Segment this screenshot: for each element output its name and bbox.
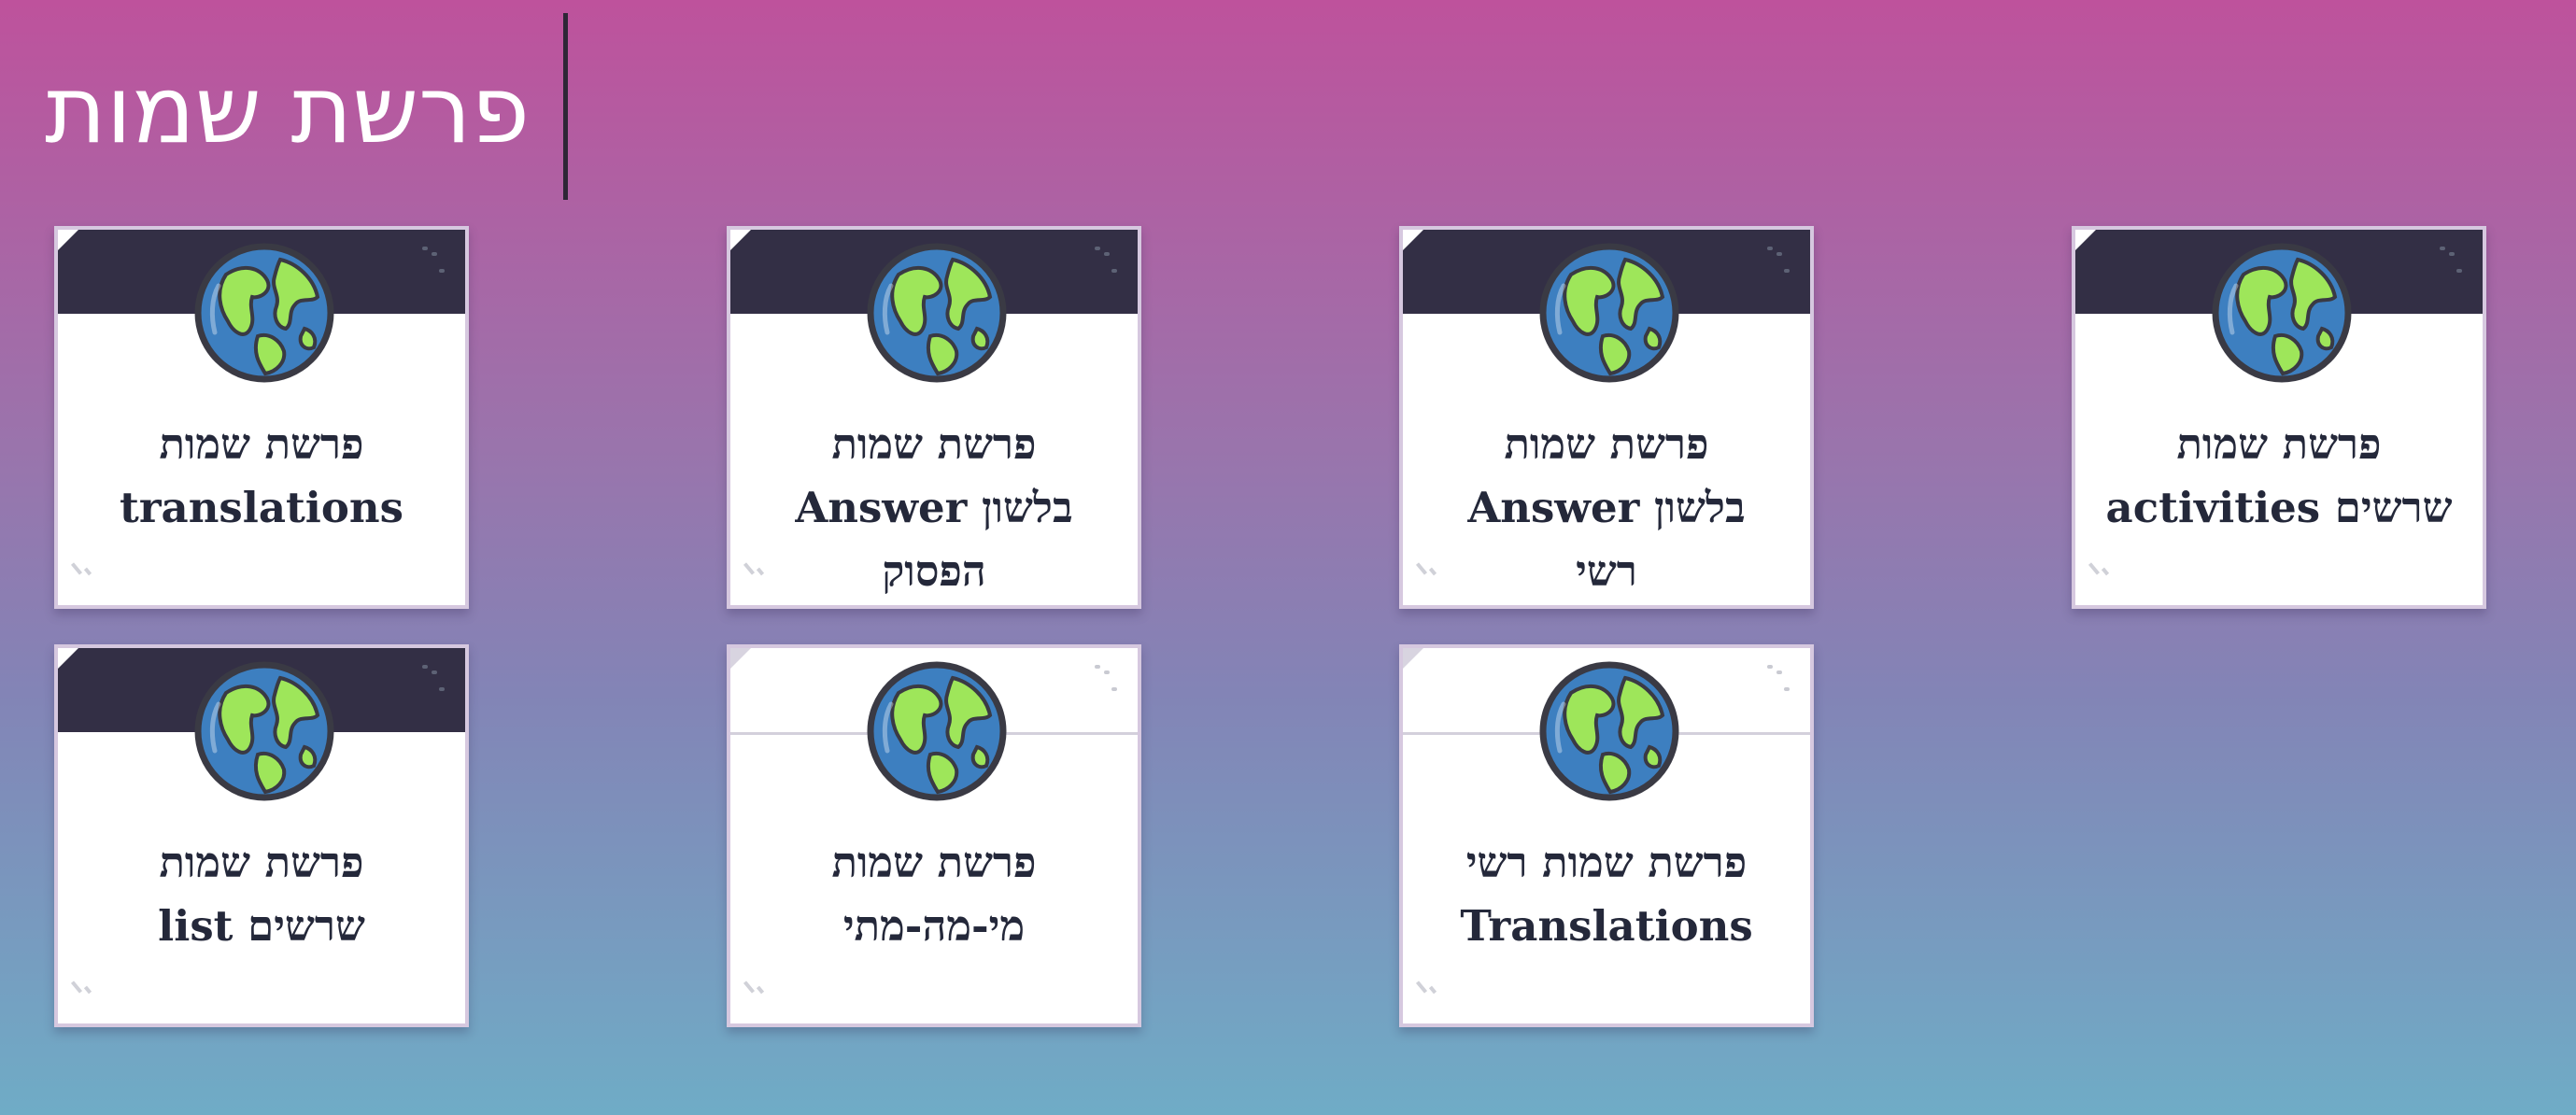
card-translations[interactable]: פרשת שמות translations xyxy=(54,226,469,609)
tick-decoration xyxy=(743,562,771,585)
tick-decoration xyxy=(2088,562,2116,585)
tick-decoration xyxy=(70,562,99,585)
card-shorashim-list[interactable]: פרשת שמות שרשים list xyxy=(54,644,469,1027)
corner-fold-icon xyxy=(1403,648,1423,669)
dots-decoration xyxy=(1093,661,1121,699)
corner-fold-icon xyxy=(730,230,751,250)
corner-fold-icon xyxy=(58,230,78,250)
card-mi-ma-matai[interactable]: פרשת שמות מי-מה-מתי xyxy=(727,644,1141,1027)
dots-decoration xyxy=(1093,243,1121,280)
card-label: פרשת שמות שרשים list xyxy=(158,838,365,951)
tick-decoration xyxy=(743,981,771,1003)
globe-icon xyxy=(1539,243,1679,383)
globe-icon xyxy=(194,243,334,383)
card-answer-rashi[interactable]: פרשת שמות בלשון Answer רשי xyxy=(1399,226,1814,609)
globe-icon xyxy=(1539,661,1679,801)
corner-fold-icon xyxy=(58,648,78,669)
card-answer-pasuk[interactable]: פרשת שמות בלשון Answer הפסוק xyxy=(727,226,1141,609)
globe-icon xyxy=(194,661,334,801)
page-title: פרשת שמות xyxy=(45,55,530,164)
tick-decoration xyxy=(1415,981,1444,1003)
corner-fold-icon xyxy=(2075,230,2096,250)
dots-decoration xyxy=(420,661,448,699)
card-label: פרשת שמות רשי Translations xyxy=(1460,838,1753,951)
globe-icon xyxy=(2212,243,2352,383)
dots-decoration xyxy=(2438,243,2466,280)
card-label: פרשת שמות שרשים activities xyxy=(2105,419,2453,532)
card-label: פרשת שמות מי-מה-מתי xyxy=(831,838,1037,951)
card-rashi-translations[interactable]: פרשת שמות רשי Translations xyxy=(1399,644,1814,1027)
corner-fold-icon xyxy=(730,648,751,669)
tick-decoration xyxy=(70,981,99,1003)
globe-icon xyxy=(867,661,1007,801)
card-label: פרשת שמות בלשון Answer הפסוק xyxy=(795,419,1073,596)
tick-decoration xyxy=(1415,562,1444,585)
corner-fold-icon xyxy=(1403,230,1423,250)
title-divider xyxy=(563,13,568,200)
dots-decoration xyxy=(1765,661,1793,699)
card-label: פרשת שמות בלשון Answer רשי xyxy=(1467,419,1746,596)
globe-icon xyxy=(867,243,1007,383)
dots-decoration xyxy=(1765,243,1793,280)
card-shorashim-activities[interactable]: פרשת שמות שרשים activities xyxy=(2072,226,2486,609)
card-label: פרשת שמות translations xyxy=(120,419,403,532)
dots-decoration xyxy=(420,243,448,280)
